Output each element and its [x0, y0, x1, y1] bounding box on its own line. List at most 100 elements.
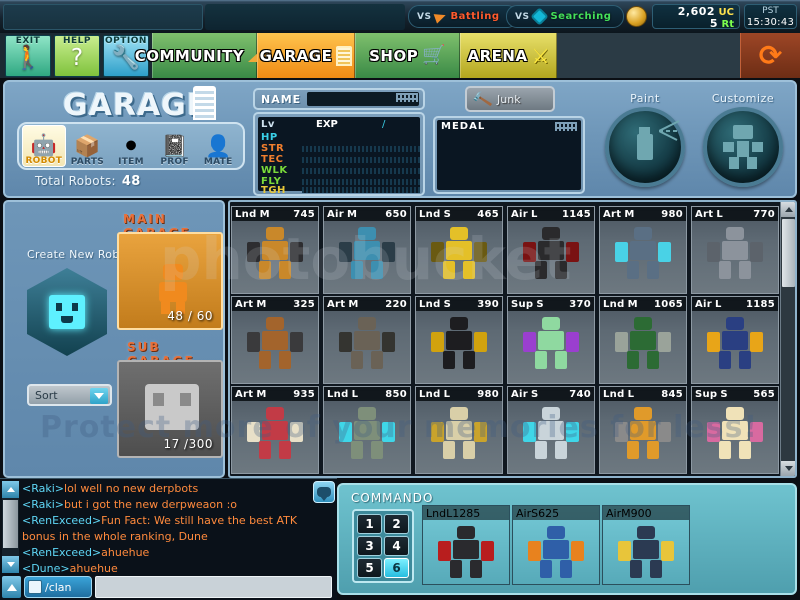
robot-type: Art — [235, 388, 254, 400]
scrollbar-thumb[interactable] — [782, 219, 795, 287]
chat-scroll-up-icon[interactable] — [2, 481, 19, 498]
robot-cell[interactable]: Lnd S 390 — [415, 296, 503, 384]
robot-cost: 1185 — [745, 298, 775, 310]
robot-type: Sup — [695, 388, 718, 400]
commando-slot-5[interactable]: 5 — [357, 558, 382, 578]
chat-nickname: <Raki> — [22, 498, 65, 511]
commando-slot-4[interactable]: 4 — [384, 536, 409, 556]
tab-garage[interactable]: GARAGE — [257, 33, 355, 78]
robot-cell[interactable]: Lnd M 1065 — [599, 296, 687, 384]
subtab-mate[interactable]: 👤 MATE — [196, 125, 240, 167]
search-status[interactable]: VS Searching — [506, 5, 624, 28]
main-garage-slot[interactable]: 48 / 60 — [117, 232, 223, 330]
robot-cell[interactable]: Air L 1145 — [507, 206, 595, 294]
tab-community[interactable]: COMMUNITY — [135, 33, 275, 78]
chat-nickname: <Dune> — [22, 562, 70, 573]
robot-size: M — [624, 208, 635, 220]
robot-cost: 935 — [293, 388, 315, 400]
customize-label: Customize — [711, 92, 775, 105]
tab-arena[interactable]: ARENA ⚔ — [460, 33, 557, 78]
chevron-down-icon[interactable] — [90, 388, 108, 404]
robot-cell[interactable]: Lnd L 845 — [599, 386, 687, 474]
sub-garage-slot[interactable]: 17 /300 — [117, 360, 223, 458]
exit-door-icon: 🚶 — [13, 45, 43, 71]
garage-sidebar: Create New Robot MAIN GARAGE 48 / 60 SUB… — [3, 200, 225, 478]
subtab-robot[interactable]: 🤖 ROBOT — [22, 125, 66, 167]
robot-cell[interactable]: Art M 935 — [231, 386, 319, 474]
chat-bubble-button[interactable] — [313, 481, 335, 503]
robot-sprite — [528, 526, 584, 578]
robot-cell[interactable]: Art M 325 — [231, 296, 319, 384]
robot-cell-header: Art M 220 — [324, 297, 410, 311]
robot-type: Lnd — [426, 506, 447, 520]
robot-stats-panel: Lv EXP / HP STR TEC WLK FLY TGH — [253, 112, 425, 196]
robot-cost: 745 — [293, 208, 315, 220]
robot-cell[interactable]: Air L 1185 — [691, 296, 779, 384]
robot-size: S — [536, 298, 544, 310]
robot-sprite — [431, 227, 487, 279]
subtab-parts[interactable]: 📦 PARTS — [66, 125, 110, 167]
junk-button[interactable]: 🔨 Junk — [465, 86, 555, 112]
refresh-button[interactable]: ⟳ — [740, 33, 800, 78]
name-corner-dots — [396, 93, 418, 102]
chat-expand-button[interactable] — [2, 576, 21, 598]
robot-cell[interactable]: Art L 770 — [691, 206, 779, 294]
currency-unit-2: Rt — [721, 19, 734, 30]
scroll-up-icon[interactable] — [781, 202, 795, 217]
mech-figure-icon — [723, 125, 763, 169]
robot-cell-header: Lnd L 980 — [416, 387, 502, 401]
robot-type: Air — [606, 506, 622, 520]
total-robots-label: Total Robots: — [35, 174, 116, 188]
robot-size: M — [627, 298, 638, 310]
robot-cell[interactable]: Art M 980 — [599, 206, 687, 294]
robot-cell-header: Lnd S 465 — [416, 207, 502, 221]
commando-slot-3[interactable]: 3 — [357, 536, 382, 556]
robot-cell[interactable]: Art M 220 — [323, 296, 411, 384]
commando-slot-1[interactable]: 1 — [357, 514, 382, 534]
battle-arrow-icon — [434, 9, 448, 24]
chat-scroll-thumb[interactable] — [3, 500, 18, 548]
robot-cell[interactable]: Air M 650 — [323, 206, 411, 294]
robot-cell[interactable]: Lnd L 980 — [415, 386, 503, 474]
exit-button[interactable]: EXIT 🚶 — [5, 35, 51, 77]
robot-cell[interactable]: Lnd M 745 — [231, 206, 319, 294]
customize-button[interactable] — [703, 107, 783, 187]
coin-icon[interactable] — [626, 6, 647, 27]
medal-panel: MEDAL — [433, 116, 585, 194]
sort-dropdown[interactable]: Sort — [27, 384, 112, 406]
commando-squad-cell[interactable]: Air S 625 — [512, 505, 600, 585]
commando-squad-cell[interactable]: Air M 900 — [602, 505, 690, 585]
robot-cell[interactable]: Lnd L 850 — [323, 386, 411, 474]
stat-tgh-bar — [302, 187, 420, 193]
create-new-robot-button[interactable] — [27, 268, 107, 356]
subtab-item[interactable]: ⚫ ITEM — [109, 125, 153, 167]
paint-button[interactable] — [605, 107, 685, 187]
commando-squad-cell[interactable]: Lnd L 1285 — [422, 505, 510, 585]
chat-scroll-down-icon[interactable] — [2, 556, 19, 573]
robot-grid-scrollbar[interactable] — [780, 202, 795, 476]
chat-scrollbar[interactable] — [2, 481, 19, 573]
subtab-prof[interactable]: 📓 PROF — [153, 125, 197, 167]
battle-status[interactable]: VS Battling — [408, 5, 518, 28]
robot-size: S — [443, 208, 451, 220]
robot-size: L — [531, 208, 538, 220]
stat-hp-label: HP — [261, 132, 278, 143]
help-button[interactable]: HELP ? — [54, 35, 100, 77]
robot-cell[interactable]: Sup S 565 — [691, 386, 779, 474]
garage-logo-icon — [193, 86, 216, 120]
medal-corner-dots — [555, 122, 577, 131]
stat-exp-label: EXP — [316, 119, 338, 130]
chat-channel-button[interactable]: /clan — [24, 576, 92, 598]
commando-slot-6[interactable]: 6 — [384, 558, 409, 578]
robot-sprite — [618, 526, 674, 578]
commando-slot-2[interactable]: 2 — [384, 514, 409, 534]
robot-cost: 740 — [569, 388, 591, 400]
robot-cell[interactable]: Lnd S 465 — [415, 206, 503, 294]
robot-cell[interactable]: Sup S 370 — [507, 296, 595, 384]
scroll-down-icon[interactable] — [781, 461, 795, 476]
robot-cell[interactable]: Air S 740 — [507, 386, 595, 474]
tab-shop[interactable]: SHOP 🛒 — [355, 33, 460, 78]
total-robots: Total Robots: 48 — [35, 174, 141, 189]
chat-input[interactable] — [95, 576, 332, 598]
game-window: VS Battling VS Searching 2,602 UC 5 Rt P… — [0, 0, 800, 600]
